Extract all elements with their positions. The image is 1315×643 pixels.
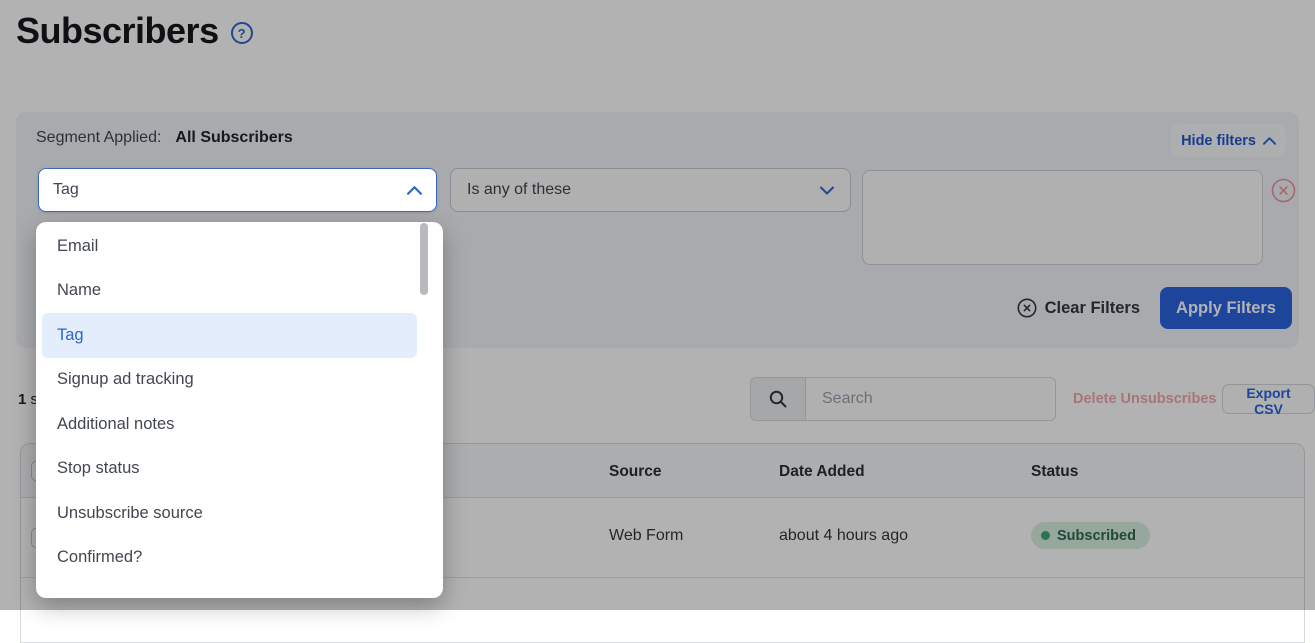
dropdown-option-unsubscribe-source[interactable]: Unsubscribe source <box>36 491 417 536</box>
dropdown-option-tag[interactable]: Tag <box>42 313 417 358</box>
dropdown-option-signup-ad-tracking[interactable]: Signup ad tracking <box>36 358 417 403</box>
dropdown-scrollbar-thumb[interactable] <box>420 223 428 295</box>
dropdown-option-confirmed[interactable]: Confirmed? <box>36 536 417 581</box>
dropdown-option-stop-status[interactable]: Stop status <box>36 447 417 492</box>
field-options-listbox: Email Name Tag Signup ad tracking Additi… <box>36 222 443 598</box>
dropdown-option-additional-notes[interactable]: Additional notes <box>36 402 417 447</box>
chevron-up-icon <box>407 186 422 195</box>
dropdown-option-email[interactable]: Email <box>36 224 417 269</box>
filter-field-combobox[interactable]: Tag <box>38 168 437 212</box>
dropdown-option-name[interactable]: Name <box>36 269 417 314</box>
filter-field-value: Tag <box>53 181 79 199</box>
